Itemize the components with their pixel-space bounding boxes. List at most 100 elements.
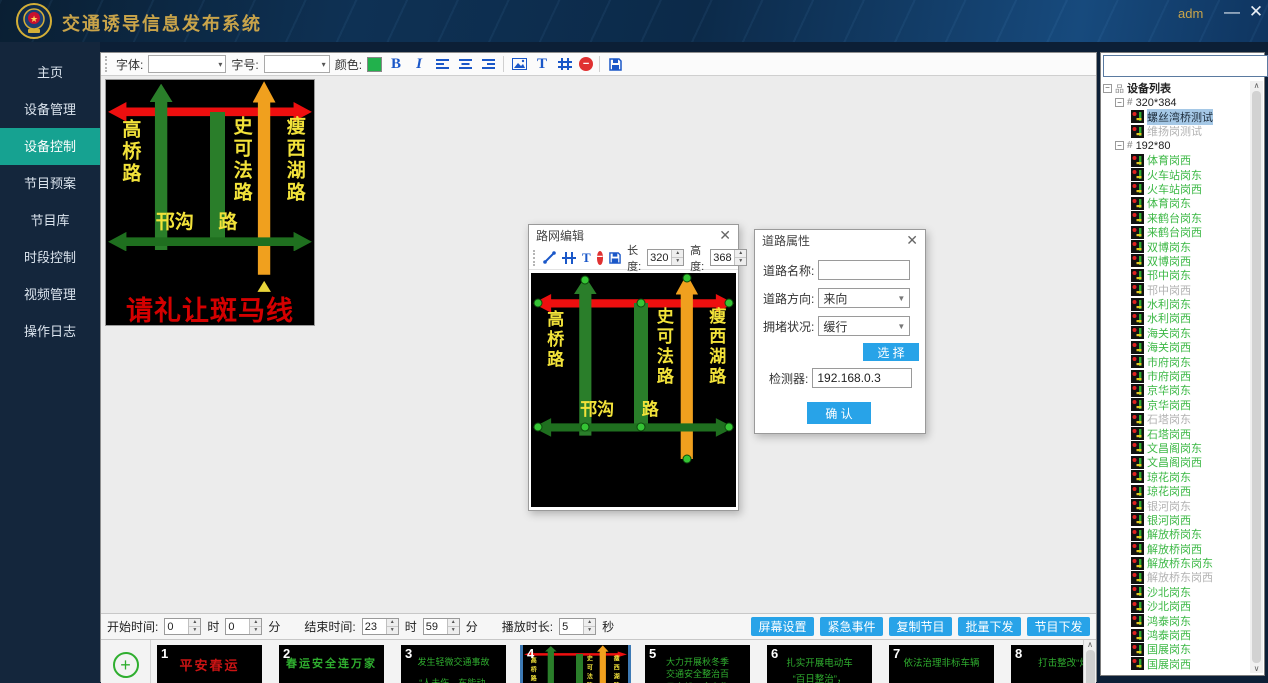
batch-send-button[interactable]: 批量下发 [958,617,1021,636]
device-tree-item[interactable]: 水利岗东 [1103,297,1249,311]
emergency-event-button[interactable]: 紧急事件 [820,617,883,636]
device-tree-item[interactable]: 沙北岗东 [1103,585,1249,599]
device-tree-item[interactable]: 市府岗东 [1103,354,1249,368]
road-tool-icon[interactable] [556,55,574,73]
sidebar-item-5[interactable]: 时段控制 [0,239,100,276]
program-thumbnail-5[interactable]: 5大力开展秋冬季交通安全整治百日会战，全力稳定道路交通安全形势！ [645,645,750,683]
copy-program-button[interactable]: 复制节目 [889,617,952,636]
program-thumbnail-8[interactable]: 8打击整改“灯严查严处“机 [1011,645,1083,683]
edit-handle-dot[interactable] [682,455,691,464]
device-tree-item[interactable]: 解放桥东岗西 [1103,570,1249,584]
device-tree-item[interactable]: 琼花岗西 [1103,484,1249,498]
confirm-button[interactable]: 确 认 [807,402,871,424]
text-tool-icon[interactable]: T [533,55,551,73]
scroll-up-icon[interactable]: ∧ [1254,81,1260,90]
align-center-icon[interactable] [456,55,474,73]
sidebar-item-3[interactable]: 节目预案 [0,165,100,202]
end-hour-input[interactable] [363,619,386,634]
device-tree-item[interactable]: 双博岗东 [1103,239,1249,253]
device-tree-item[interactable]: 文昌阁岗东 [1103,441,1249,455]
edit-handle-dot[interactable] [682,273,691,282]
end-min-input[interactable] [424,619,447,634]
device-group-320*384[interactable]: −#320*384 [1103,95,1249,109]
tree-collapse-toggle[interactable]: − [1115,98,1124,107]
device-tree-item[interactable]: 市府岗西 [1103,369,1249,383]
program-thumbnail-4[interactable]: 4高桥路史可法路瘦西湖路邗沟路请礼让斑马线 [523,645,628,683]
sidebar-item-7[interactable]: 操作日志 [0,313,100,350]
step-down-icon[interactable]: ▼ [672,258,683,265]
duration-input[interactable] [560,619,583,634]
align-right-icon[interactable] [479,55,497,73]
sidebar-item-0[interactable]: 主页 [0,54,100,91]
device-tree-item[interactable]: 鸿泰岗西 [1103,628,1249,642]
device-tree-item[interactable]: 维扬岗测试 [1103,124,1249,138]
congestion-select[interactable]: 缓行▼ [818,316,910,336]
step-up-icon[interactable]: ▲ [584,619,595,627]
device-tree-item[interactable]: 国展岗西 [1103,657,1249,671]
minimize-icon[interactable]: — [1222,4,1242,22]
program-thumbnail-1[interactable]: 1平安春运交警同行 [157,645,262,683]
device-tree-item[interactable]: 国展岗东 [1103,642,1249,656]
step-down-icon[interactable]: ▼ [387,627,398,634]
device-tree-item[interactable]: 京华岗西 [1103,398,1249,412]
insert-image-icon[interactable] [510,55,528,73]
program-thumbnail-7[interactable]: 7依法治理非标车辆净化城市交通环境 [889,645,994,683]
device-tree-item[interactable]: 体育岗西 [1103,153,1249,167]
screen-settings-button[interactable]: 屏幕设置 [751,617,814,636]
length-input[interactable] [648,250,671,265]
strip-vertical-scrollbar[interactable]: ∧ ∨ [1083,640,1096,683]
device-tree-item[interactable]: 邗中岗东 [1103,268,1249,282]
scroll-down-icon[interactable]: ∨ [1254,664,1260,673]
color-swatch[interactable] [367,57,382,72]
close-icon[interactable]: ✕ [906,232,918,249]
device-search-input[interactable] [1103,55,1268,77]
edit-handle-dot[interactable] [534,423,543,432]
close-icon[interactable]: ✕ [719,227,731,244]
scrollbar-thumb[interactable] [1252,91,1261,663]
step-up-icon[interactable]: ▲ [735,250,746,258]
device-tree-item[interactable]: 鸿泰岗东 [1103,613,1249,627]
start-hour-input[interactable] [165,619,188,634]
device-tree-item[interactable]: 文昌阁岗西 [1103,455,1249,469]
device-tree-item[interactable]: 石塔岗西 [1103,426,1249,440]
edit-handle-dot[interactable] [581,423,590,432]
font-dropdown[interactable]: ▾ [148,55,226,73]
device-tree-item[interactable]: 来鹤台岗东 [1103,211,1249,225]
device-tree-item[interactable]: 琼花岗东 [1103,470,1249,484]
device-group-192*80[interactable]: −#192*80 [1103,139,1249,153]
device-tree-item[interactable]: 海关岗西 [1103,340,1249,354]
device-tree-item[interactable]: 银河岗东 [1103,498,1249,512]
step-down-icon[interactable]: ▼ [735,258,746,265]
align-left-icon[interactable] [433,55,451,73]
edit-handle-dot[interactable] [724,299,733,308]
save-icon[interactable] [606,55,624,73]
led-screen-preview[interactable]: 高桥路史可法路瘦西湖路邗沟路请礼让斑马线 [105,79,315,326]
detector-input[interactable] [812,368,912,388]
bold-icon[interactable]: B [387,55,405,73]
edit-handle-dot[interactable] [636,299,645,308]
device-tree-item[interactable]: 解放桥东岗东 [1103,556,1249,570]
height-input[interactable] [711,250,734,265]
close-icon[interactable]: ✕ [1246,2,1266,22]
draw-line-icon[interactable] [543,249,556,267]
italic-icon[interactable]: I [410,55,428,73]
font-size-dropdown[interactable]: ▾ [264,55,330,73]
step-up-icon[interactable]: ▲ [250,619,261,627]
road-tool-icon[interactable] [562,249,576,267]
device-tree-item[interactable]: 螺丝湾桥测试 [1103,110,1249,124]
tree-scrollbar[interactable]: ∧ ∨ [1250,81,1263,673]
edit-handle-dot[interactable] [636,423,645,432]
delete-icon[interactable]: − [597,251,603,265]
device-tree-item[interactable]: 京华岗东 [1103,383,1249,397]
start-min-input[interactable] [226,619,249,634]
device-tree-item[interactable]: 银河岗西 [1103,513,1249,527]
step-up-icon[interactable]: ▲ [189,619,200,627]
device-tree-item[interactable]: 解放桥岗东 [1103,527,1249,541]
road-direction-select[interactable]: 来向▼ [818,288,910,308]
program-thumbnail-6[interactable]: 6扎实开展电动车“百日整治”，有效预防道路交通事故。 [767,645,872,683]
program-thumbnail-2[interactable]: 2春运安全连万家出行平安靠大家 [279,645,384,683]
dialog-titlebar[interactable]: 道路属性 ✕ [755,230,925,251]
scroll-up-icon[interactable]: ∧ [1087,640,1093,649]
step-down-icon[interactable]: ▼ [448,627,459,634]
step-down-icon[interactable]: ▼ [250,627,261,634]
